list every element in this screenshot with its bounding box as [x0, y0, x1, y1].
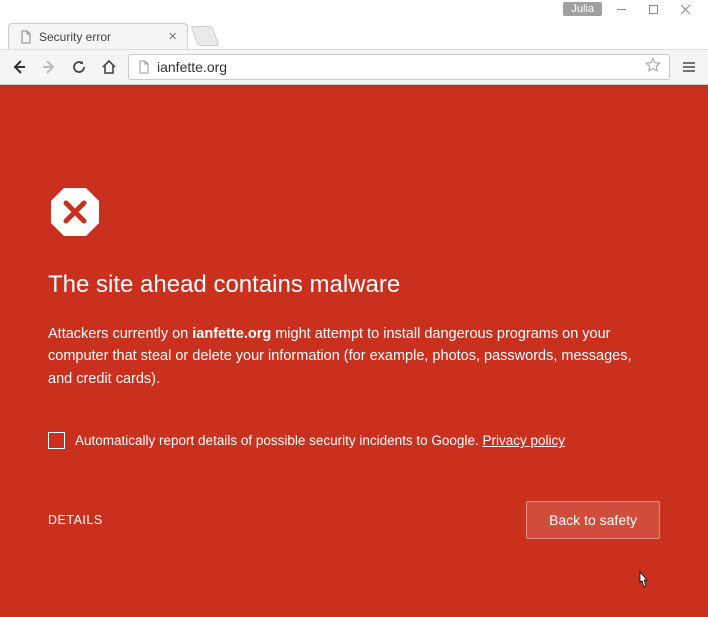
user-badge[interactable]: Julia: [563, 2, 602, 16]
new-tab-button[interactable]: [190, 26, 219, 46]
browser-toolbar: [0, 49, 708, 85]
url-input[interactable]: [157, 59, 639, 75]
maximize-icon: [648, 4, 659, 15]
back-button[interactable]: [8, 56, 30, 78]
report-checkbox[interactable]: [48, 432, 65, 449]
safe-browsing-interstitial: The site ahead contains malware Attacker…: [0, 85, 708, 617]
checkbox-label: Automatically report details of possible…: [75, 433, 565, 448]
interstitial-actions: DETAILS Back to safety: [48, 501, 660, 539]
checkbox-label-text: Automatically report details of possible…: [75, 433, 482, 448]
page-icon: [19, 30, 33, 44]
browser-tab[interactable]: Security error ×: [8, 23, 188, 49]
body-pre: Attackers currently on: [48, 326, 192, 342]
back-to-safety-button[interactable]: Back to safety: [526, 501, 660, 539]
star-icon: [645, 57, 661, 73]
menu-button[interactable]: [678, 56, 700, 78]
minimize-button[interactable]: [608, 0, 634, 18]
home-icon: [101, 59, 117, 75]
hamburger-icon: [681, 59, 697, 75]
minimize-icon: [616, 4, 627, 15]
reload-icon: [71, 59, 87, 75]
window-titlebar: Julia: [0, 0, 708, 18]
close-window-button[interactable]: [672, 0, 698, 18]
reload-button[interactable]: [68, 56, 90, 78]
tab-title: Security error: [39, 30, 111, 44]
interstitial-body: Attackers currently on ianfette.org migh…: [48, 323, 648, 390]
maximize-button[interactable]: [640, 0, 666, 18]
body-site: ianfette.org: [192, 326, 271, 342]
details-button[interactable]: DETAILS: [48, 513, 103, 527]
interstitial-heading: The site ahead contains malware: [48, 271, 660, 299]
site-icon: [137, 60, 151, 74]
forward-button[interactable]: [38, 56, 60, 78]
privacy-policy-link[interactable]: Privacy policy: [482, 433, 565, 448]
warning-icon: [48, 185, 102, 239]
address-bar[interactable]: [128, 54, 670, 80]
arrow-left-icon: [10, 58, 28, 76]
tab-close-button[interactable]: ×: [168, 29, 177, 44]
tab-strip: Security error ×: [0, 18, 708, 49]
cursor-icon: [634, 570, 652, 597]
bookmark-button[interactable]: [645, 57, 661, 78]
close-icon: [680, 4, 691, 15]
home-button[interactable]: [98, 56, 120, 78]
arrow-right-icon: [40, 58, 58, 76]
report-checkbox-row: Automatically report details of possible…: [48, 432, 660, 449]
